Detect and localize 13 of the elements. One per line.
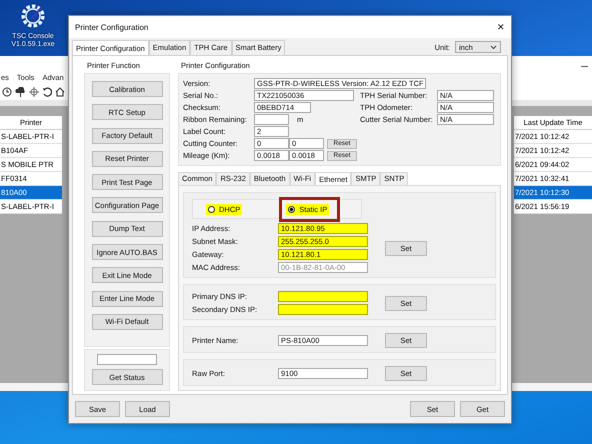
gear-icon[interactable] bbox=[19, 2, 47, 30]
undo-icon[interactable] bbox=[42, 87, 52, 97]
ribbon-field[interactable] bbox=[254, 114, 289, 125]
input-field[interactable] bbox=[278, 291, 368, 302]
cloud-icon[interactable] bbox=[15, 87, 26, 97]
input-field[interactable] bbox=[278, 304, 368, 315]
close-icon[interactable]: ✕ bbox=[497, 22, 505, 32]
status-field[interactable] bbox=[97, 354, 157, 365]
crosshair-icon[interactable] bbox=[29, 87, 39, 97]
home-icon[interactable] bbox=[55, 87, 65, 97]
caret-icon bbox=[490, 44, 497, 50]
window-title: Printer Configuration bbox=[75, 22, 148, 32]
clock-icon[interactable] bbox=[2, 87, 12, 97]
